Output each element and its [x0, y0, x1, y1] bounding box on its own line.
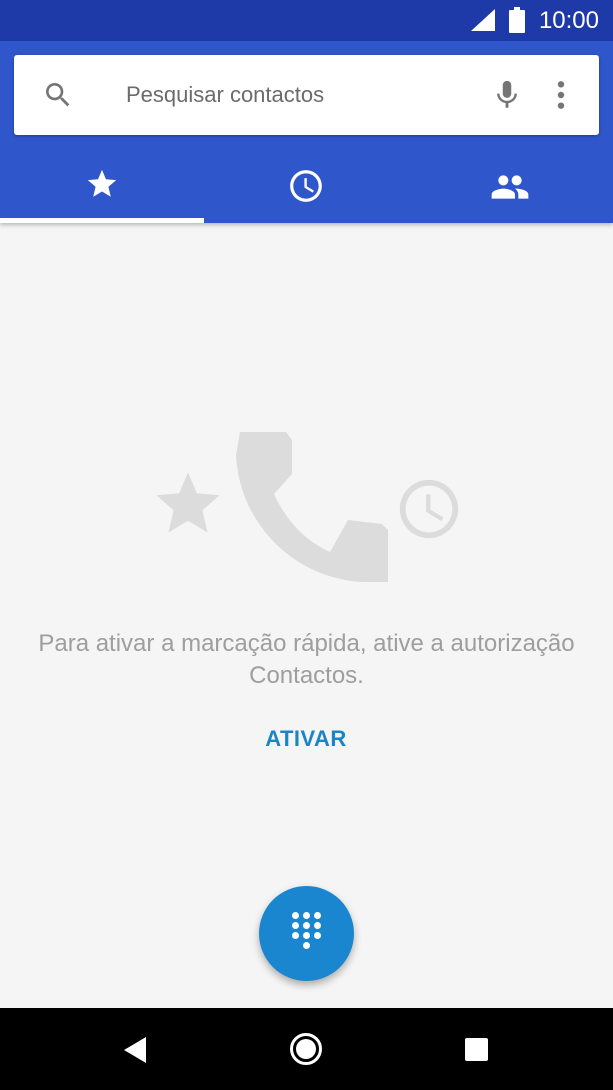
phone-icon [236, 432, 388, 582]
status-bar: 10:00 [0, 0, 613, 41]
search-icon[interactable] [42, 79, 74, 111]
battery-icon [509, 7, 525, 33]
clock-icon [399, 479, 459, 539]
empty-state-message: Para ativar a marcação rápida, ative a a… [38, 630, 575, 689]
dialpad-icon [259, 886, 354, 981]
mic-icon[interactable] [490, 77, 524, 113]
recent-apps-icon[interactable] [465, 1038, 488, 1061]
empty-state-illustration [148, 428, 468, 588]
navigation-bar [0, 1008, 613, 1090]
enable-permission-button[interactable]: ATIVAR [226, 722, 386, 758]
more-options-icon[interactable] [552, 79, 570, 111]
search-input[interactable]: Pesquisar contactos [126, 81, 324, 109]
dialpad-button[interactable] [259, 886, 354, 981]
star-icon [87, 169, 117, 197]
tab-recents[interactable] [204, 135, 408, 223]
tab-contacts[interactable] [408, 135, 612, 223]
home-icon[interactable] [289, 1032, 323, 1066]
status-time: 10:00 [538, 7, 599, 34]
app-bar: Pesquisar contactos [0, 41, 613, 223]
back-icon[interactable] [124, 1037, 148, 1063]
search-bar[interactable]: Pesquisar contactos [14, 55, 599, 135]
selected-tab-indicator [0, 218, 204, 223]
people-icon [491, 175, 529, 199]
clock-icon [290, 170, 322, 202]
star-icon [156, 472, 220, 533]
tab-favorites[interactable] [0, 135, 204, 223]
signal-icon [471, 9, 495, 31]
